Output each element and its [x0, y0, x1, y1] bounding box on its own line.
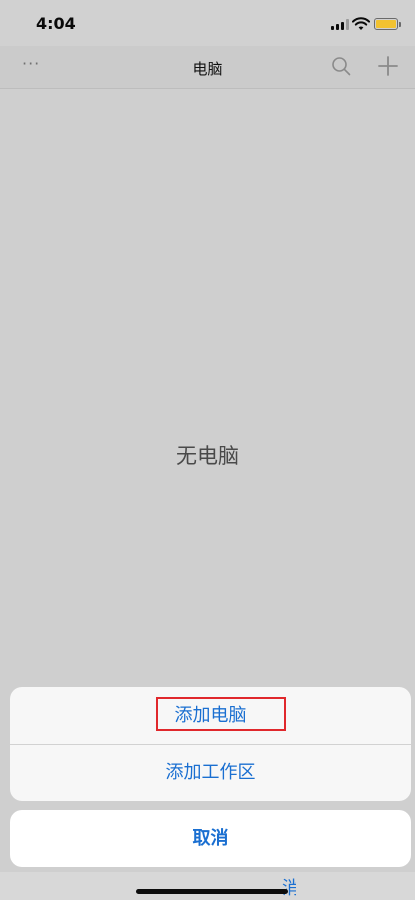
cancel-button[interactable]: 取消: [10, 810, 411, 867]
bottom-strip: [0, 872, 415, 900]
wifi-icon: [352, 17, 370, 30]
search-icon[interactable]: [331, 56, 351, 76]
screen: 4:04 ··· 电脑 无电脑 添加电脑 添加工作区 取消 消: [0, 0, 415, 900]
status-time: 4:04: [36, 14, 76, 33]
add-workspace-button[interactable]: 添加工作区: [10, 744, 411, 801]
battery-tip: [399, 22, 401, 27]
cellular-signal-icon: [331, 19, 349, 30]
action-sheet: 添加电脑 添加工作区: [10, 687, 411, 801]
battery-icon: [374, 18, 398, 30]
nav-bar: ··· 电脑: [0, 46, 415, 89]
status-bar: 4:04: [0, 0, 415, 46]
plus-icon[interactable]: [377, 55, 399, 77]
battery-level: [376, 20, 396, 28]
home-indicator[interactable]: [136, 889, 288, 894]
page-title: 电脑: [192, 60, 223, 78]
highlight-box: [156, 697, 286, 731]
empty-state-label: 无电脑: [176, 444, 239, 468]
